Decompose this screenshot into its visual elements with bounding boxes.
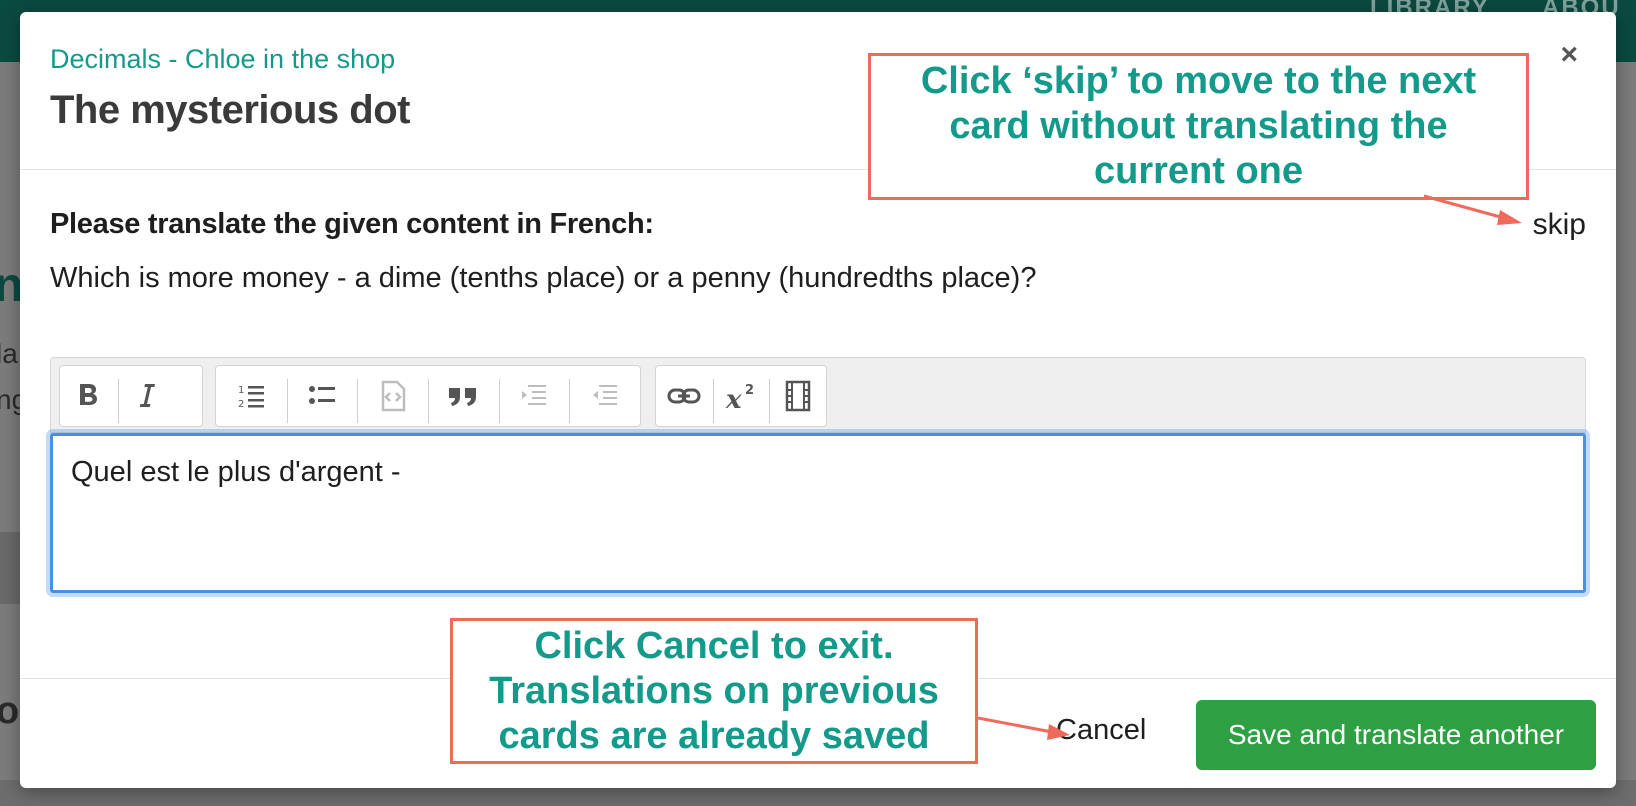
background-heading-fragment: o [0, 690, 20, 732]
save-and-translate-another-button[interactable]: Save and translate another [1196, 700, 1596, 770]
italic-icon[interactable] [118, 365, 176, 427]
source-text: Which is more money - a dime (tenths pla… [50, 262, 1037, 294]
editor-toolbar: 12 x2 [50, 357, 1586, 433]
breadcrumb: Decimals - Chloe in the shop [50, 44, 396, 74]
video-icon[interactable] [769, 365, 826, 427]
cancel-callout: Click Cancel to exit. Translations on pr… [450, 618, 978, 764]
cancel-button[interactable]: Cancel [1056, 714, 1146, 747]
cancel-callout-text: Click Cancel to exit. Translations on pr… [489, 624, 939, 757]
outdent-icon[interactable] [569, 365, 640, 427]
numbered-list-icon[interactable]: 12 [216, 365, 287, 427]
blockquote-icon[interactable] [428, 365, 499, 427]
close-button[interactable]: × [1560, 40, 1578, 70]
svg-text:2: 2 [238, 399, 244, 409]
background-text-fragment: la [0, 338, 18, 369]
svg-text:1: 1 [238, 385, 244, 396]
toolbar-group-format [59, 365, 203, 427]
bulleted-list-icon[interactable] [286, 365, 358, 427]
skip-callout-text: Click ‘skip’ to move to the next card wi… [920, 60, 1477, 192]
svg-text:x: x [725, 385, 742, 411]
superscript-icon[interactable]: x2 [712, 365, 770, 427]
toolbar-group-insert: x2 [655, 365, 827, 427]
skip-link[interactable]: skip [1533, 208, 1586, 242]
code-block-icon[interactable] [357, 365, 428, 427]
translation-editor[interactable]: Quel est le plus d'argent - [50, 433, 1586, 593]
svg-text:2: 2 [745, 383, 754, 398]
indent-icon[interactable] [498, 365, 570, 427]
link-icon[interactable] [656, 365, 713, 427]
prompt-label: Please translate the given content in Fr… [50, 208, 654, 240]
editor-text: Quel est le plus d'argent - [71, 456, 401, 488]
skip-callout: Click ‘skip’ to move to the next card wi… [868, 53, 1529, 200]
bold-icon[interactable] [60, 365, 118, 427]
modal-title: The mysterious dot [50, 88, 410, 132]
toolbar-group-blocks: 12 [215, 365, 641, 427]
